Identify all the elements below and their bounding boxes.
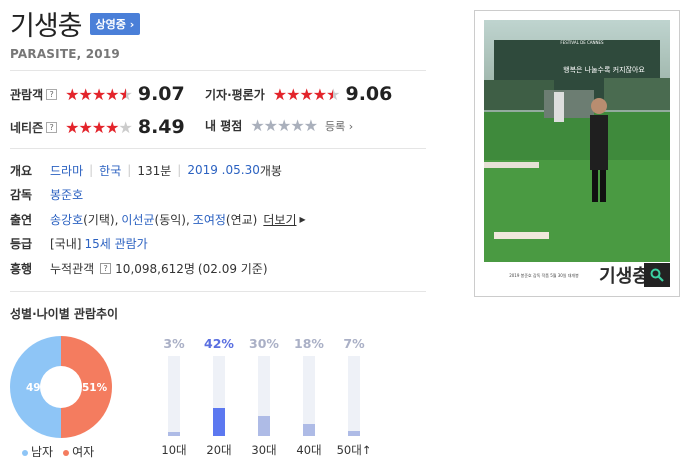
boxoffice-label: 흥행 <box>10 261 33 276</box>
cast-link[interactable]: 이선균 <box>121 211 154 228</box>
age-bar-label: 30대 <box>251 443 277 457</box>
age-bar <box>213 408 225 436</box>
poster-tagline: 행복은 나눌수록 커지잖아요 <box>563 65 645 74</box>
divider <box>10 70 426 71</box>
age-bar <box>258 416 270 436</box>
english-title: PARASITE, 2019 <box>10 47 120 61</box>
netizen-rating: 네티즌 ? ★★★★★ 8.49 <box>10 116 185 138</box>
country-link[interactable]: 한국 <box>99 162 121 179</box>
register-rating-link[interactable]: 등록 › <box>325 118 353 134</box>
critic-stars: ★★★★★ ★ <box>272 84 341 104</box>
age-bar-label: 50대↑ <box>336 443 372 457</box>
age-bar <box>348 431 360 436</box>
age-bar-track <box>213 356 225 436</box>
release-date-link[interactable]: 2019 .05.30 <box>187 163 260 177</box>
help-icon[interactable]: ? <box>46 121 58 133</box>
divider <box>10 291 426 292</box>
age-bar-group: 7% 50대↑ <box>336 336 372 458</box>
cast-role: (동익), <box>154 212 190 227</box>
director-link[interactable]: 봉준호 <box>50 186 83 203</box>
boxoffice-row: 흥행 누적관객 ? 10,098,612명 (02.09 기준) <box>10 256 426 281</box>
age-bar-label: 40대 <box>296 443 322 457</box>
overview-label: 개요 <box>10 163 33 178</box>
director-label: 감독 <box>10 188 33 203</box>
cumulative-label: 누적관객 <box>50 261 95 276</box>
age-bar-percent: 42% <box>204 336 234 351</box>
director-row: 감독 봉준호 <box>10 183 426 208</box>
age-bar-percent: 3% <box>163 336 185 351</box>
cast-role: (연교) <box>225 212 258 227</box>
critic-rating: 기자·평론가 ★★★★★ ★ 9.06 <box>205 83 392 105</box>
my-rating-label: 내 평점 <box>205 119 243 133</box>
age-bar-group: 30% 30대 <box>246 336 282 458</box>
age-bar <box>303 424 315 436</box>
legend-male: 남자 <box>22 443 53 460</box>
status-badge[interactable]: 상영중 › <box>89 12 141 35</box>
movie-poster[interactable]: 행복은 나눌수록 커지잖아요 FESTIVAL DE CANNES 기생충 20… <box>474 10 680 297</box>
poster-credits: 2019 봉준호 감독 작품 5월 30일 대개봉 <box>509 272 579 278</box>
netizen-rating-label: 네티즌 <box>10 120 44 135</box>
audience-rating-label: 관람객 <box>10 87 44 102</box>
demographics-title: 성별·나이별 관람추이 <box>10 307 119 321</box>
audience-stars: ★★★★★ ★ <box>65 84 133 104</box>
poster-image: 행복은 나눌수록 커지잖아요 FESTIVAL DE CANNES 기생충 20… <box>484 20 670 287</box>
chevron-right-icon: ▶ <box>299 214 306 224</box>
grade-prefix: [국내] <box>50 237 82 252</box>
age-bar-track <box>258 356 270 436</box>
more-link[interactable]: 더보기 <box>263 211 296 228</box>
movie-info: 개요 드라마 | 한국 | 131분 | 2019 .05.30 개봉 감독 봉… <box>10 158 426 281</box>
age-bar-label: 20대 <box>206 443 232 457</box>
netizen-score: 8.49 <box>137 116 185 138</box>
age-bar-percent: 18% <box>294 336 324 351</box>
male-pct-label: 49% <box>26 382 52 394</box>
gender-donut-chart: 49% 51% <box>10 336 112 438</box>
help-icon[interactable]: ? <box>100 262 112 274</box>
poster-title: 기생충 <box>599 266 649 287</box>
critic-rating-label: 기자·평론가 <box>205 87 265 102</box>
cast-role: (기택), <box>83 212 119 227</box>
age-bar-track <box>168 356 180 436</box>
title-row: 기생충 상영중 › <box>10 4 141 43</box>
critic-score: 9.06 <box>345 83 393 105</box>
age-bar-percent: 30% <box>249 336 279 351</box>
legend-female: 여자 <box>63 443 94 460</box>
cast-link[interactable]: 조여정 <box>193 211 226 228</box>
magnifier-icon <box>650 268 664 282</box>
grade-link[interactable]: 15세 관람가 <box>84 235 147 252</box>
age-bar-label: 10대 <box>161 443 187 457</box>
poster-zoom-button[interactable] <box>644 263 670 287</box>
age-bar-chart: 3% 10대 42% 20대 30% 30대 18% 40대 7% 50대↑ <box>156 336 406 466</box>
runtime: 131분 <box>137 163 172 178</box>
genre-link[interactable]: 드라마 <box>50 162 83 179</box>
age-bar-group: 42% 20대 <box>201 336 237 458</box>
cumulative-value: 10,098,612명 <box>115 261 195 276</box>
my-rating-stars[interactable]: ★★★★★ <box>250 116 318 135</box>
gender-legend: 남자 여자 <box>22 443 94 460</box>
age-bar-group: 3% 10대 <box>156 336 192 458</box>
age-bar <box>168 432 180 436</box>
netizen-stars: ★★★★★ <box>65 117 133 137</box>
cast-label: 출연 <box>10 212 33 227</box>
cast-link[interactable]: 송강호 <box>50 211 83 228</box>
overview-row: 개요 드라마 | 한국 | 131분 | 2019 .05.30 개봉 <box>10 162 282 179</box>
divider <box>10 148 426 149</box>
age-bar-track <box>303 356 315 436</box>
age-bar-percent: 7% <box>343 336 365 351</box>
help-icon[interactable]: ? <box>46 88 58 100</box>
poster-festival: FESTIVAL DE CANNES <box>560 40 604 45</box>
female-pct-label: 51% <box>82 382 108 394</box>
cumulative-note: (02.09 기준) <box>197 261 268 276</box>
age-bar-track <box>348 356 360 436</box>
my-rating: 내 평점 ★★★★★ 등록 › <box>205 116 353 135</box>
grade-label: 등급 <box>10 237 33 252</box>
audience-score: 9.07 <box>137 83 185 105</box>
audience-rating: 관람객 ? ★★★★★ ★ 9.07 <box>10 83 185 105</box>
cast-row: 출연 송강호 (기택), 이선균 (동익), 조여정 (연교) 더보기 ▶ <box>10 207 426 232</box>
age-bar-group: 18% 40대 <box>291 336 327 458</box>
release-suffix: 개봉 <box>259 163 282 178</box>
grade-row: 등급 [국내] 15세 관람가 <box>10 232 426 257</box>
movie-title: 기생충 <box>10 11 83 42</box>
